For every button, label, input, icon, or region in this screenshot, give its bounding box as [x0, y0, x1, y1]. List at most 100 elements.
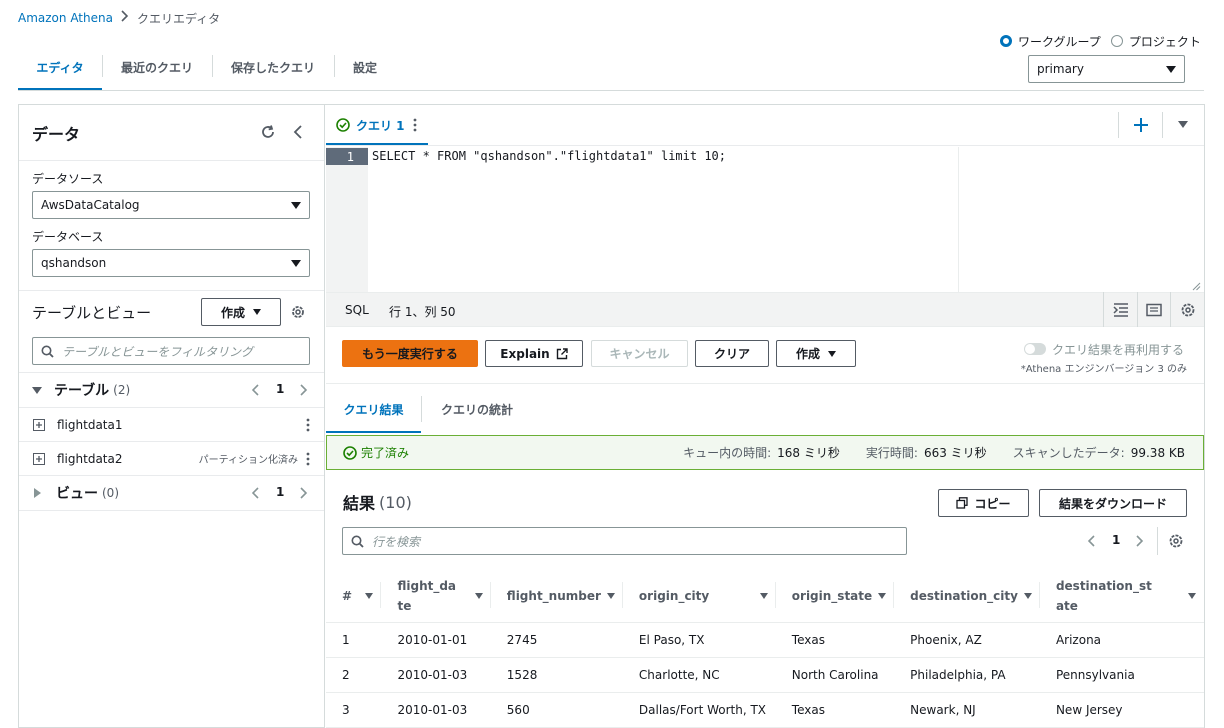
- data-panel-title: データ: [32, 125, 81, 144]
- tab-settings[interactable]: 設定: [335, 44, 395, 90]
- list-item[interactable]: flightdata2 パーティション化済み: [19, 442, 324, 475]
- explain-button[interactable]: Explain: [485, 340, 583, 367]
- download-results-button[interactable]: 結果をダウンロード: [1039, 489, 1187, 517]
- tab-recent-queries-label: 最近のクエリ: [121, 60, 194, 75]
- toggle-switch[interactable]: [1024, 343, 1046, 355]
- refresh-icon[interactable]: [260, 124, 276, 144]
- tab-query-stats[interactable]: クエリの統計: [422, 386, 532, 432]
- keyboard-shortcuts-icon[interactable]: [1146, 302, 1162, 322]
- chevron-left-icon[interactable]: [251, 384, 260, 400]
- sort-caret-icon[interactable]: [878, 592, 887, 599]
- tables-views-title: テーブルとビュー: [32, 304, 152, 322]
- divider: [326, 145, 1204, 146]
- sort-caret-icon[interactable]: [1023, 592, 1032, 599]
- column-header[interactable]: destination_city: [894, 570, 1040, 623]
- line-number: 1: [326, 148, 368, 165]
- chevron-left-icon[interactable]: [251, 487, 260, 503]
- sql-editor[interactable]: [326, 147, 1204, 292]
- views-page-number[interactable]: 1: [276, 485, 284, 499]
- datasource-select[interactable]: AwsDataCatalog: [32, 191, 310, 219]
- workgroup-select[interactable]: primary: [1028, 55, 1185, 83]
- table-cell: 560: [490, 692, 623, 728]
- tab-recent-queries[interactable]: 最近のクエリ: [103, 44, 211, 90]
- format-query-icon[interactable]: [1113, 302, 1129, 322]
- views-section-count: (0): [102, 486, 119, 500]
- column-header[interactable]: flight_number: [490, 570, 623, 623]
- caret-down-icon: [291, 259, 301, 267]
- results-count: (10): [379, 492, 412, 512]
- column-header-label: #: [342, 588, 353, 603]
- datasource-select-value: AwsDataCatalog: [41, 198, 140, 212]
- cancel-button[interactable]: キャンセル: [591, 340, 688, 367]
- kebab-menu-icon[interactable]: [306, 452, 310, 466]
- sort-caret-icon[interactable]: [759, 592, 768, 599]
- chevron-right-icon[interactable]: [300, 487, 308, 503]
- table-cell: Dallas/Fort Worth, TX: [622, 692, 776, 728]
- status-cursor-position: 行 1、列 50: [389, 305, 456, 319]
- table-filter-input[interactable]: テーブルとビューをフィルタリング: [32, 337, 310, 365]
- status-language: SQL: [345, 303, 369, 317]
- reuse-results-toggle[interactable]: クエリ結果を再利用する: [1024, 341, 1184, 357]
- column-header[interactable]: origin_state: [775, 570, 895, 623]
- divider: [1162, 112, 1163, 138]
- add-query-tab-icon[interactable]: [1133, 117, 1149, 137]
- radio-workgroup[interactable]: [1000, 35, 1012, 47]
- sort-caret-icon[interactable]: [474, 592, 483, 599]
- copy-button[interactable]: コピー: [938, 489, 1029, 517]
- breadcrumb-current: クエリエディタ: [136, 11, 221, 26]
- chevron-left-icon[interactable]: [1087, 535, 1096, 551]
- list-item[interactable]: flightdata1: [19, 408, 324, 441]
- table-row: 2 2010-01-03 1528 Charlotte, NC North Ca…: [326, 657, 1204, 693]
- sort-caret-icon[interactable]: [606, 592, 615, 599]
- chevron-right-icon[interactable]: [1136, 535, 1144, 551]
- results-search-input[interactable]: 行を検索: [342, 527, 907, 555]
- divider: [1103, 292, 1104, 327]
- sort-caret-icon[interactable]: [1188, 592, 1196, 599]
- kebab-menu-icon[interactable]: [413, 118, 417, 132]
- caret-down-icon: [253, 309, 261, 315]
- tab-settings-label: 設定: [353, 60, 378, 75]
- column-header[interactable]: destination_state: [1039, 570, 1204, 623]
- run-again-button[interactable]: もう一度実行する: [342, 340, 478, 367]
- table-cell: 2: [326, 657, 382, 693]
- tabs-bottom-border: [18, 90, 1204, 91]
- views-section-toggle[interactable]: ビュー (0): [34, 483, 119, 503]
- results-search-placeholder: 行を検索: [372, 534, 421, 549]
- sort-caret-icon[interactable]: [365, 592, 374, 599]
- gear-icon[interactable]: [290, 304, 306, 324]
- table-row: 1 2010-01-01 2745 El Paso, TX Texas Phoe…: [326, 622, 1204, 658]
- gear-icon[interactable]: [1180, 302, 1196, 322]
- caret-right-icon: [34, 488, 41, 498]
- tables-page-number[interactable]: 1: [276, 382, 284, 396]
- expand-plus-icon[interactable]: [33, 418, 45, 431]
- reuse-results-label: クエリ結果を再利用する: [1052, 342, 1185, 357]
- divider: [19, 475, 324, 476]
- queue-time-label: キュー内の時間:: [683, 446, 772, 460]
- clear-button[interactable]: クリア: [695, 340, 769, 367]
- gear-icon[interactable]: [1168, 533, 1184, 553]
- expand-plus-icon[interactable]: [33, 452, 45, 465]
- chevron-right-icon[interactable]: [300, 384, 308, 400]
- create-table-button[interactable]: 作成: [201, 298, 281, 326]
- sql-query-text[interactable]: SELECT * FROM "qshandson"."flightdata1" …: [372, 149, 726, 163]
- column-header[interactable]: #: [326, 570, 382, 623]
- tabs-menu-caret-icon[interactable]: [1178, 121, 1188, 128]
- tab-query-results[interactable]: クエリ結果: [326, 386, 421, 432]
- breadcrumb-athena-link[interactable]: Amazon Athena: [18, 11, 113, 25]
- tab-editor[interactable]: エディタ: [18, 44, 102, 90]
- collapse-panel-icon[interactable]: [293, 125, 303, 143]
- tables-section-toggle[interactable]: テーブル (2): [32, 380, 130, 400]
- table-filter-placeholder: テーブルとビューをフィルタリング: [62, 344, 254, 359]
- query-tab[interactable]: クエリ 1: [326, 108, 427, 142]
- tab-saved-queries[interactable]: 保存したクエリ: [213, 44, 333, 90]
- search-icon: [351, 535, 364, 548]
- query-status-bar: 完了済み キュー内の時間: 168 ミリ秒 実行時間: 663 ミリ秒 スキャン…: [326, 435, 1204, 470]
- database-select[interactable]: qshandson: [32, 249, 310, 277]
- radio-project[interactable]: [1110, 35, 1123, 47]
- column-header[interactable]: origin_city: [622, 570, 776, 623]
- column-header[interactable]: flight_date: [381, 570, 491, 623]
- results-page-number[interactable]: 1: [1112, 533, 1120, 547]
- create-query-button[interactable]: 作成: [776, 340, 856, 367]
- kebab-menu-icon[interactable]: [306, 418, 310, 432]
- table-name: flightdata1: [57, 417, 123, 432]
